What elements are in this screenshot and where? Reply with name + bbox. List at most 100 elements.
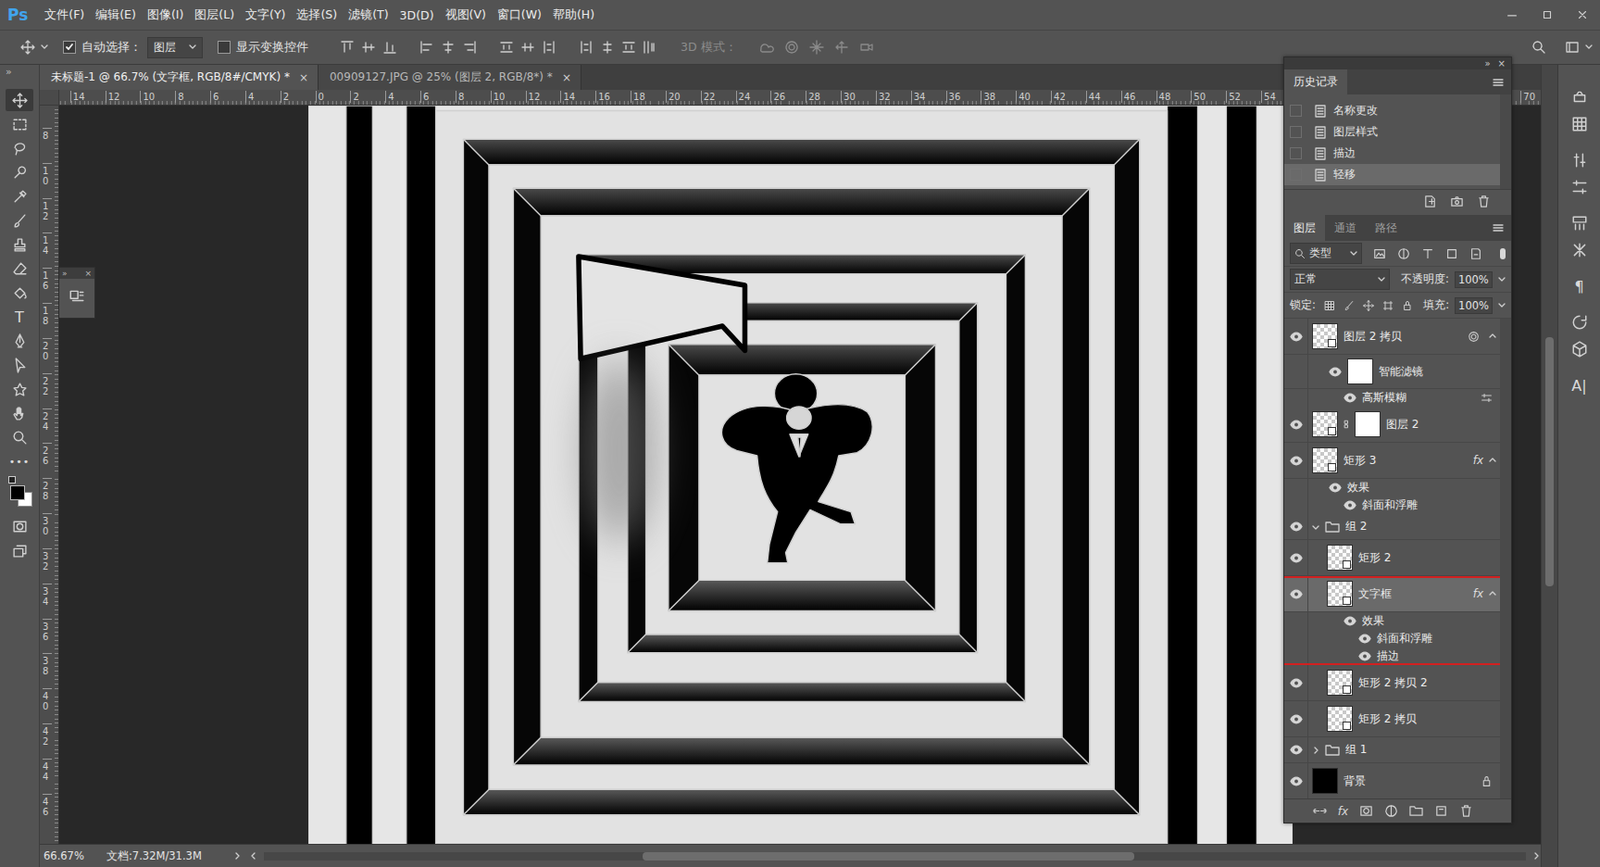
lock-icon[interactable] [1480,775,1493,788]
tool-button[interactable] [5,137,34,160]
visibility-toggle[interactable] [1284,513,1309,539]
horizontal-scrollbar[interactable] [263,851,1526,861]
layer-row[interactable]: 文字框 fx [1284,575,1500,613]
layer-row[interactable]: 图层 2 [1284,406,1500,443]
effects-badge[interactable]: fx [1473,587,1484,600]
menu-item[interactable]: 选择(S) [290,7,343,24]
layer-row[interactable]: 组 1 [1284,737,1500,763]
tool-button[interactable] [5,185,34,208]
menu-item[interactable]: 滤镜(T) [342,7,394,24]
layer-row[interactable]: 矩形 2 [1284,539,1500,576]
history-source-box[interactable] [1289,104,1302,117]
layer-row[interactable]: 斜面和浮雕 [1284,629,1500,648]
layer-row[interactable]: 矩形 2 拷贝 [1284,700,1500,738]
layer-row[interactable]: 效果 [1284,478,1500,497]
foreground-color[interactable] [10,485,25,500]
tool-button[interactable] [5,281,34,304]
delete-layer-icon[interactable] [1459,803,1474,818]
layer-row[interactable]: 斜面和浮雕 [1284,496,1500,514]
layers-panel-tab[interactable]: 图层 [1284,214,1325,241]
tool-button[interactable] [5,425,34,449]
align-icon[interactable] [361,39,376,55]
filter-toggle[interactable] [1500,248,1506,260]
document-tab[interactable]: 未标题-1 @ 66.7% (文字框, RGB/8#/CMYK) *× [39,64,319,90]
menu-item[interactable]: 3D(D) [394,8,440,23]
info-menu-arrow-icon[interactable] [234,851,242,860]
dropdown-arrow-icon[interactable] [40,43,49,51]
history-item[interactable]: 描边 [1284,142,1500,164]
restore-icon[interactable] [1540,8,1554,22]
workspace-icon[interactable] [1564,39,1580,55]
3d-mode-icon[interactable] [759,39,775,55]
layer-row[interactable]: 矩形 3 fx [1284,442,1500,479]
panel-button[interactable] [1564,337,1595,362]
align-icon[interactable] [440,39,456,55]
type-filter-icon[interactable] [1421,247,1435,261]
visibility-toggle[interactable] [1284,612,1309,630]
dropdown-arrow-icon[interactable] [1498,301,1506,310]
visibility-toggle[interactable] [1284,664,1309,700]
tool-button[interactable]: T [5,305,34,328]
menu-item[interactable]: 文字(Y) [239,7,291,24]
tool-button[interactable] [5,233,34,256]
history-item[interactable]: 图层样式 [1284,121,1500,143]
new-document-icon[interactable] [1423,194,1438,209]
tool-button[interactable] [5,377,34,400]
auto-align-icon[interactable] [641,39,657,55]
shape-filter-icon[interactable] [1445,247,1459,261]
filter-options-icon[interactable] [1480,391,1493,404]
document-image[interactable] [308,105,1293,844]
menu-item[interactable]: 编辑(E) [89,7,142,24]
tool-button[interactable] [5,401,34,425]
quick-mask-button[interactable] [5,514,34,538]
link-icon[interactable] [1343,418,1350,430]
mask-thumbnail[interactable] [1354,411,1381,438]
add-style-button[interactable]: fx [1337,804,1349,818]
visibility-toggle[interactable] [1284,575,1309,612]
menu-item[interactable]: 视图(V) [439,7,492,24]
lock-position-icon[interactable] [1362,300,1375,312]
visibility-toggle[interactable] [1284,496,1309,514]
default-colors-icon[interactable] [8,475,16,484]
distribute-icon[interactable] [578,39,594,55]
visibility-toggle[interactable] [1284,406,1309,442]
filter-mask-thumbnail[interactable] [1347,358,1374,385]
tool-button[interactable] [5,329,34,352]
layer-row[interactable]: 高斯模糊 [1284,388,1500,407]
new-layer-icon[interactable] [1434,803,1449,818]
3d-mode-icon[interactable] [859,39,875,55]
panel-button[interactable] [1564,175,1595,200]
eye-icon[interactable] [1328,482,1342,493]
eye-icon[interactable] [1358,650,1372,662]
scroll-right-icon[interactable] [1533,851,1541,860]
history-item[interactable]: 名称更改 [1284,100,1500,122]
adjustment-layer-icon[interactable] [1384,803,1399,818]
visibility-toggle[interactable] [1284,737,1309,763]
history-source-box[interactable] [1289,147,1302,160]
screen-mode-button[interactable] [5,538,34,562]
scroll-left-icon[interactable] [249,851,257,860]
floating-palette[interactable]: »× [58,266,96,319]
tool-button[interactable] [5,209,34,232]
eye-icon[interactable] [1343,615,1357,626]
blend-mode-dropdown[interactable]: 正常 [1289,268,1390,290]
close-icon[interactable] [1575,8,1589,22]
3d-mode-icon[interactable] [834,39,850,55]
dropdown-arrow-icon[interactable] [1585,43,1593,51]
lock-brush-icon[interactable] [1343,300,1355,312]
visibility-toggle[interactable] [1284,318,1309,354]
effects-badge[interactable]: fx [1473,453,1484,467]
eye-icon[interactable] [1328,366,1342,377]
close-button[interactable]: × [1498,57,1506,70]
collapse-button[interactable]: » [0,64,13,89]
tool-button[interactable] [5,112,34,136]
panel-button[interactable]: A| [1564,373,1595,398]
3d-mode-icon[interactable] [809,39,825,55]
distribute-icon[interactable] [520,39,536,55]
visibility-toggle[interactable] [1284,539,1309,575]
distribute-icon[interactable] [499,39,514,55]
tool-presets-icon[interactable] [68,287,86,305]
smart-object-filter-icon[interactable] [1469,247,1483,261]
collapsed-arrow-icon[interactable] [1312,746,1320,754]
expand-arrow-icon[interactable] [1488,456,1497,464]
